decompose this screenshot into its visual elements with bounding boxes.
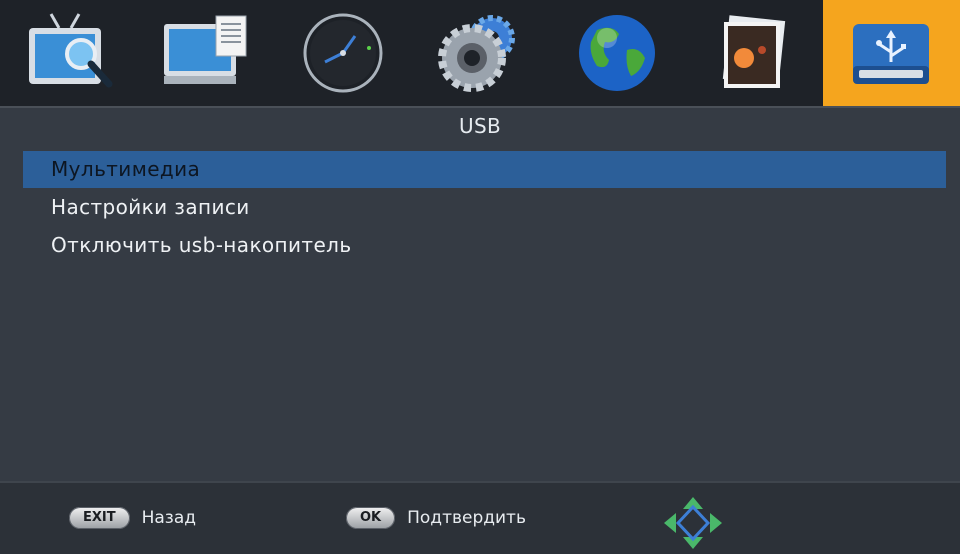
tab-settings[interactable] (411, 0, 548, 106)
ok-hint: OK Подтвердить (346, 507, 526, 529)
footer-hints: EXIT Назад OK Подтвердить (0, 481, 960, 554)
clock-icon (303, 13, 383, 93)
photo-icon (722, 15, 786, 88)
tab-usb[interactable] (822, 0, 960, 106)
ok-hint-label: Подтвердить (407, 508, 526, 528)
gears-icon (437, 15, 515, 92)
menu-item-multimedia[interactable]: Мультимедиа (23, 151, 946, 188)
tab-time[interactable] (274, 0, 411, 106)
exit-hint: EXIT Назад (69, 507, 196, 529)
tab-photos[interactable] (686, 0, 823, 106)
menu-item-record-settings[interactable]: Настройки записи (23, 189, 946, 226)
globe-icon (579, 15, 656, 91)
menu-item-disconnect-usb[interactable]: Отключить usb-накопитель (23, 227, 946, 264)
navigation-arrows-icon (664, 497, 722, 549)
top-menu-bar (0, 0, 960, 108)
section-title: USB (459, 114, 501, 138)
tv-search-icon (28, 13, 113, 88)
tab-tv-search[interactable] (0, 0, 137, 106)
usb-menu: Мультимедиа Настройки записи Отключить u… (23, 151, 946, 265)
exit-key-button[interactable]: EXIT (69, 507, 130, 529)
tab-network[interactable] (549, 0, 686, 106)
usb-drive-icon (853, 24, 930, 84)
exit-hint-label: Назад (141, 508, 197, 528)
monitor-document-icon (163, 15, 247, 84)
ok-key-button[interactable]: OK (346, 507, 396, 529)
tab-picture[interactable] (137, 0, 274, 106)
